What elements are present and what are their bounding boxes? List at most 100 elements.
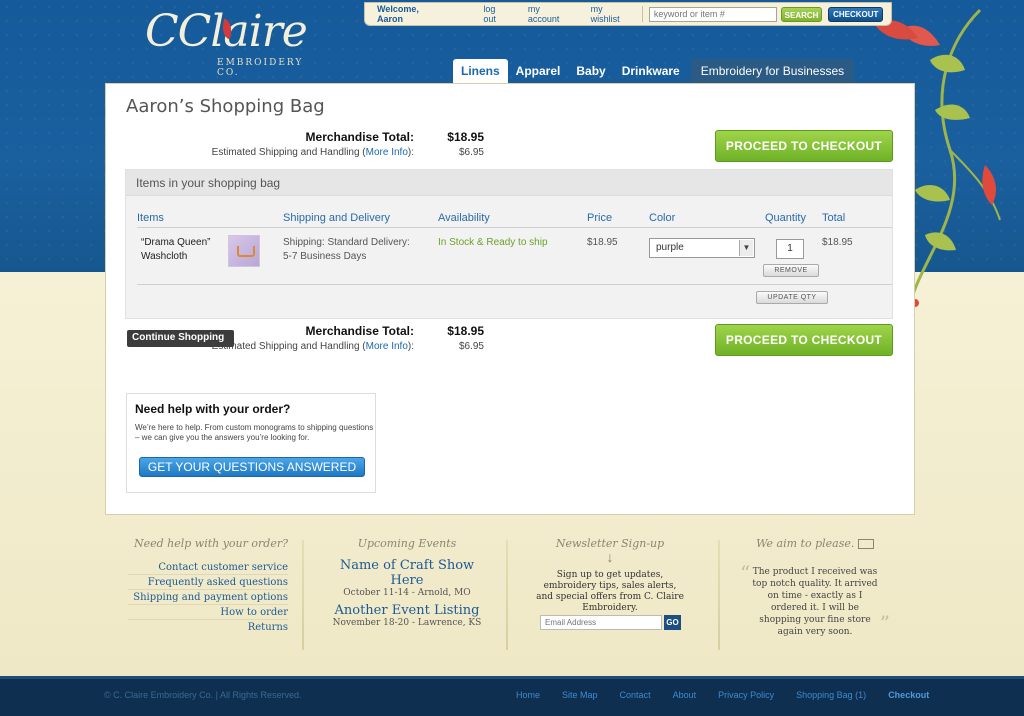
search-button[interactable]: SEARCH — [780, 6, 823, 22]
contact-service-link[interactable]: Contact customer service — [128, 560, 288, 575]
logout-link[interactable]: log out — [483, 4, 507, 24]
help-text: We’re here to help. From custom monogram… — [135, 423, 374, 442]
merchandise-total-label: Merchandise Total: — [305, 130, 414, 144]
shopping-bag-panel: Aaron’s Shopping Bag Merchandise Total: … — [105, 83, 915, 515]
events-heading: Upcoming Events — [357, 537, 457, 550]
event-title[interactable]: Name of Craft Show Here — [324, 558, 490, 588]
items-heading: Items in your shopping bag — [126, 170, 892, 196]
email-input[interactable] — [540, 615, 662, 630]
shipping-value: $6.95 — [458, 341, 484, 352]
more-info-link[interactable]: More Info — [366, 341, 408, 352]
tab-drinkware[interactable]: Drinkware — [614, 59, 688, 84]
my-account-link[interactable]: my account — [528, 4, 570, 24]
divider — [302, 540, 304, 650]
quote-close-icon: ” — [879, 611, 890, 635]
merchandise-total-label: Merchandise Total: — [305, 324, 414, 338]
get-questions-answered-button[interactable]: GET YOUR QUESTIONS ANSWERED — [139, 457, 365, 477]
chevron-down-icon[interactable]: ▼ — [739, 240, 753, 256]
totals-bottom: Merchandise Total: $18.95 Estimated Ship… — [126, 324, 706, 356]
footer-nav: Home Site Map Contact About Privacy Poli… — [516, 690, 929, 700]
item-name-line1: “Drama Queen” — [141, 237, 211, 248]
more-info-link[interactable]: More Info — [366, 147, 408, 158]
tab-linens[interactable]: Linens — [453, 59, 508, 84]
tab-embroidery-for-businesses[interactable]: Embroidery for Businesses — [690, 59, 855, 84]
footer-shopping-bag-link[interactable]: Shopping Bag (1) — [796, 690, 866, 700]
speech-bubble-icon — [857, 539, 874, 549]
shipping-line2: 5-7 Business Days — [283, 251, 367, 262]
footer-newsletter-column: Newsletter Sign-up ↓ Sign up to get upda… — [536, 535, 684, 650]
col-price: Price — [587, 212, 613, 224]
col-availability: Availability — [438, 212, 490, 224]
divider — [137, 284, 892, 285]
footer-privacy-link[interactable]: Privacy Policy — [718, 690, 774, 700]
tab-baby[interactable]: Baby — [568, 59, 613, 84]
item-total: $18.95 — [822, 237, 853, 248]
footer-home-link[interactable]: Home — [516, 690, 540, 700]
totals-top: Merchandise Total: $18.95 Estimated Ship… — [126, 130, 706, 162]
merchandise-total-value: $18.95 — [447, 130, 484, 144]
shipping-label-text: Estimated Shipping and Handling ( — [211, 147, 366, 158]
search-input[interactable] — [648, 6, 777, 22]
item-thumbnail[interactable] — [228, 235, 260, 267]
arrow-down-icon: ↓ — [606, 549, 614, 565]
divider — [137, 227, 892, 228]
item-name[interactable]: “Drama Queen” Washcloth — [141, 237, 210, 262]
items-table: Items in your shopping bag Items Shippin… — [125, 169, 893, 319]
tab-apparel[interactable]: Apparel — [508, 59, 569, 84]
my-wishlist-link[interactable]: my wishlist — [591, 4, 630, 24]
merchandise-total-value: $18.95 — [447, 324, 484, 338]
item-shipping: Shipping: Standard Delivery: 5-7 Business… — [283, 237, 410, 262]
col-quantity: Quantity — [765, 212, 806, 224]
footer-events-column: Upcoming Events Name of Craft Show Here … — [324, 535, 490, 650]
shipping-label: Estimated Shipping and Handling (More In… — [212, 341, 414, 352]
proceed-to-checkout-button[interactable]: PROCEED TO CHECKOUT — [715, 324, 893, 356]
shipping-line1: Shipping: Standard Delivery: — [283, 237, 410, 248]
col-total: Total — [822, 212, 846, 224]
shipping-value: $6.95 — [458, 147, 484, 158]
footer-sitemap-link[interactable]: Site Map — [562, 690, 598, 700]
divider — [718, 540, 720, 650]
shipping-label: Estimated Shipping and Handling (More In… — [212, 147, 414, 158]
color-select[interactable]: purple ▼ — [649, 238, 755, 258]
checkout-button[interactable]: CHECKOUT — [828, 6, 884, 22]
copyright: © C. Claire Embroidery Co. | All Rights … — [104, 690, 302, 700]
faq-link[interactable]: Frequently asked questions — [128, 575, 288, 590]
testimonial-heading-text: We aim to please. — [756, 537, 855, 550]
col-shipping: Shipping and Delivery — [283, 212, 391, 224]
col-items: Items — [137, 212, 164, 224]
event-date: November 18-20 - Lawrence, KS — [332, 618, 482, 628]
quantity-input[interactable]: 1 — [776, 239, 804, 259]
logo-tagline: EMBROIDERY CO. — [217, 58, 304, 78]
newsletter-text: Sign up to get updates, embroidery tips,… — [536, 570, 684, 613]
item-availability: In Stock & Ready to ship — [438, 237, 548, 248]
logo[interactable]: CClaire EMBROIDERY CO. — [145, 6, 325, 78]
newsletter-form: GO — [540, 615, 681, 630]
event-title[interactable]: Another Event Listing — [324, 603, 490, 618]
shipping-payment-link[interactable]: Shipping and payment options — [128, 590, 288, 605]
newsletter-go-button[interactable]: GO — [664, 615, 681, 630]
divider — [506, 540, 508, 650]
footer-checkout-link[interactable]: Checkout — [888, 690, 929, 700]
returns-link[interactable]: Returns — [128, 620, 288, 635]
footer-help-column: Need help with your order? Contact custo… — [128, 535, 288, 650]
footer-testimonial-column: We aim to please. “ The product I receiv… — [740, 535, 890, 650]
color-select-value: purple — [656, 242, 684, 253]
footer-contact-link[interactable]: Contact — [620, 690, 651, 700]
shipping-label-end: ): — [407, 341, 414, 352]
testimonial-heading: We aim to please. — [740, 537, 890, 550]
help-box: Need help with your order? We’re here to… — [126, 393, 376, 493]
footer-help-heading: Need help with your order? — [133, 537, 288, 550]
quote-open-icon: “ — [740, 561, 751, 585]
shipping-label-text: Estimated Shipping and Handling ( — [211, 341, 366, 352]
event-date: October 11-14 - Arnold, MO — [343, 588, 471, 598]
welcome-text: Welcome, Aaron — [377, 4, 419, 24]
page-title: Aaron’s Shopping Bag — [126, 96, 325, 117]
how-to-order-link[interactable]: How to order — [128, 605, 288, 620]
proceed-to-checkout-button[interactable]: PROCEED TO CHECKOUT — [715, 130, 893, 162]
remove-button[interactable]: REMOVE — [763, 264, 819, 277]
footer-about-link[interactable]: About — [673, 690, 697, 700]
item-price: $18.95 — [587, 237, 618, 248]
category-tabs: Linens Apparel Baby Drinkware Embroidery… — [453, 59, 855, 84]
help-title: Need help with your order? — [135, 402, 291, 416]
update-qty-button[interactable]: UPDATE QTY — [756, 291, 828, 304]
